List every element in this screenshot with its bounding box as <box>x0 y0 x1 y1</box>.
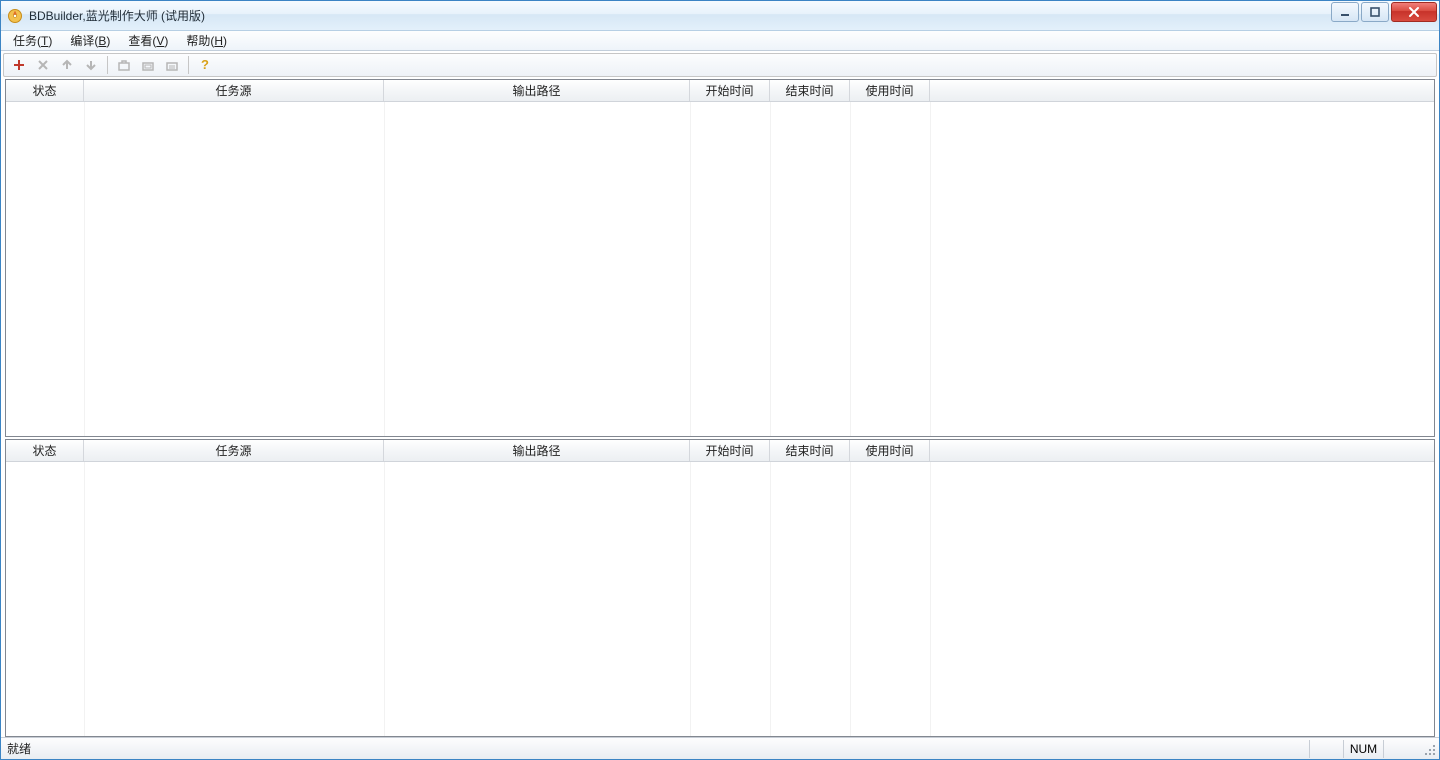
col-status[interactable]: 状态 <box>6 80 84 101</box>
delete-button[interactable] <box>32 55 54 75</box>
toolbar: ? <box>3 53 1437 77</box>
tasks-pane-bottom: 状态 任务源 输出路径 开始时间 结束时间 使用时间 <box>5 439 1435 737</box>
col-end[interactable]: 结束时间 <box>770 440 850 461</box>
maximize-button[interactable] <box>1361 2 1389 22</box>
grid-body-bottom[interactable] <box>6 462 1434 736</box>
status-box-3 <box>1383 740 1417 758</box>
minimize-button[interactable] <box>1331 2 1359 22</box>
grid-header-bottom: 状态 任务源 输出路径 开始时间 结束时间 使用时间 <box>6 440 1434 462</box>
window-title: BDBuilder,蓝光制作大师 (试用版) <box>29 7 205 24</box>
toolbar-container: ? <box>1 51 1439 79</box>
status-indicators: NUM <box>1309 740 1417 758</box>
status-box-1 <box>1309 740 1343 758</box>
menu-help[interactable]: 帮助(H) <box>178 31 235 50</box>
plus-icon <box>12 58 26 72</box>
col-used[interactable]: 使用时间 <box>850 80 930 101</box>
question-icon: ? <box>198 58 212 72</box>
col-remainder[interactable] <box>930 80 1434 101</box>
tasks-pane-top: 状态 任务源 输出路径 开始时间 结束时间 使用时间 <box>5 79 1435 437</box>
col-start[interactable]: 开始时间 <box>690 440 770 461</box>
col-source[interactable]: 任务源 <box>84 440 384 461</box>
col-used[interactable]: 使用时间 <box>850 440 930 461</box>
menu-compile[interactable]: 编译(B) <box>62 31 118 50</box>
action-button-1[interactable] <box>113 55 135 75</box>
toolbar-separator <box>188 56 189 74</box>
col-source[interactable]: 任务源 <box>84 80 384 101</box>
close-button[interactable] <box>1391 2 1437 22</box>
content-area: 状态 任务源 输出路径 开始时间 结束时间 使用时间 状态 任务源 输出路径 开… <box>1 79 1439 737</box>
app-icon <box>7 8 23 24</box>
col-start[interactable]: 开始时间 <box>690 80 770 101</box>
svg-text:?: ? <box>201 58 209 72</box>
box-icon <box>165 58 179 72</box>
status-ready: 就绪 <box>7 740 31 757</box>
status-numlock: NUM <box>1343 740 1383 758</box>
action-button-3[interactable] <box>161 55 183 75</box>
arrow-down-icon <box>84 58 98 72</box>
window-controls <box>1331 2 1437 22</box>
move-down-button[interactable] <box>80 55 102 75</box>
col-output[interactable]: 输出路径 <box>384 440 690 461</box>
menubar: 任务(T) 编译(B) 查看(V) 帮助(H) <box>1 31 1439 51</box>
col-end[interactable]: 结束时间 <box>770 80 850 101</box>
menu-task[interactable]: 任务(T) <box>5 31 60 50</box>
add-button[interactable] <box>8 55 30 75</box>
move-up-button[interactable] <box>56 55 78 75</box>
box-icon <box>117 58 131 72</box>
statusbar: 就绪 NUM <box>1 737 1439 759</box>
col-output[interactable]: 输出路径 <box>384 80 690 101</box>
arrow-up-icon <box>60 58 74 72</box>
col-status[interactable]: 状态 <box>6 440 84 461</box>
titlebar: BDBuilder,蓝光制作大师 (试用版) <box>1 1 1439 31</box>
toolbar-separator <box>107 56 108 74</box>
app-window: BDBuilder,蓝光制作大师 (试用版) 任务(T) 编译(B) 查看(V)… <box>0 0 1440 760</box>
action-button-2[interactable] <box>137 55 159 75</box>
resize-grip-icon[interactable] <box>1421 741 1437 757</box>
x-icon <box>36 58 50 72</box>
grid-header-top: 状态 任务源 输出路径 开始时间 结束时间 使用时间 <box>6 80 1434 102</box>
box-icon <box>141 58 155 72</box>
help-button[interactable]: ? <box>194 55 216 75</box>
grid-body-top[interactable] <box>6 102 1434 436</box>
menu-view[interactable]: 查看(V) <box>120 31 176 50</box>
col-remainder[interactable] <box>930 440 1434 461</box>
